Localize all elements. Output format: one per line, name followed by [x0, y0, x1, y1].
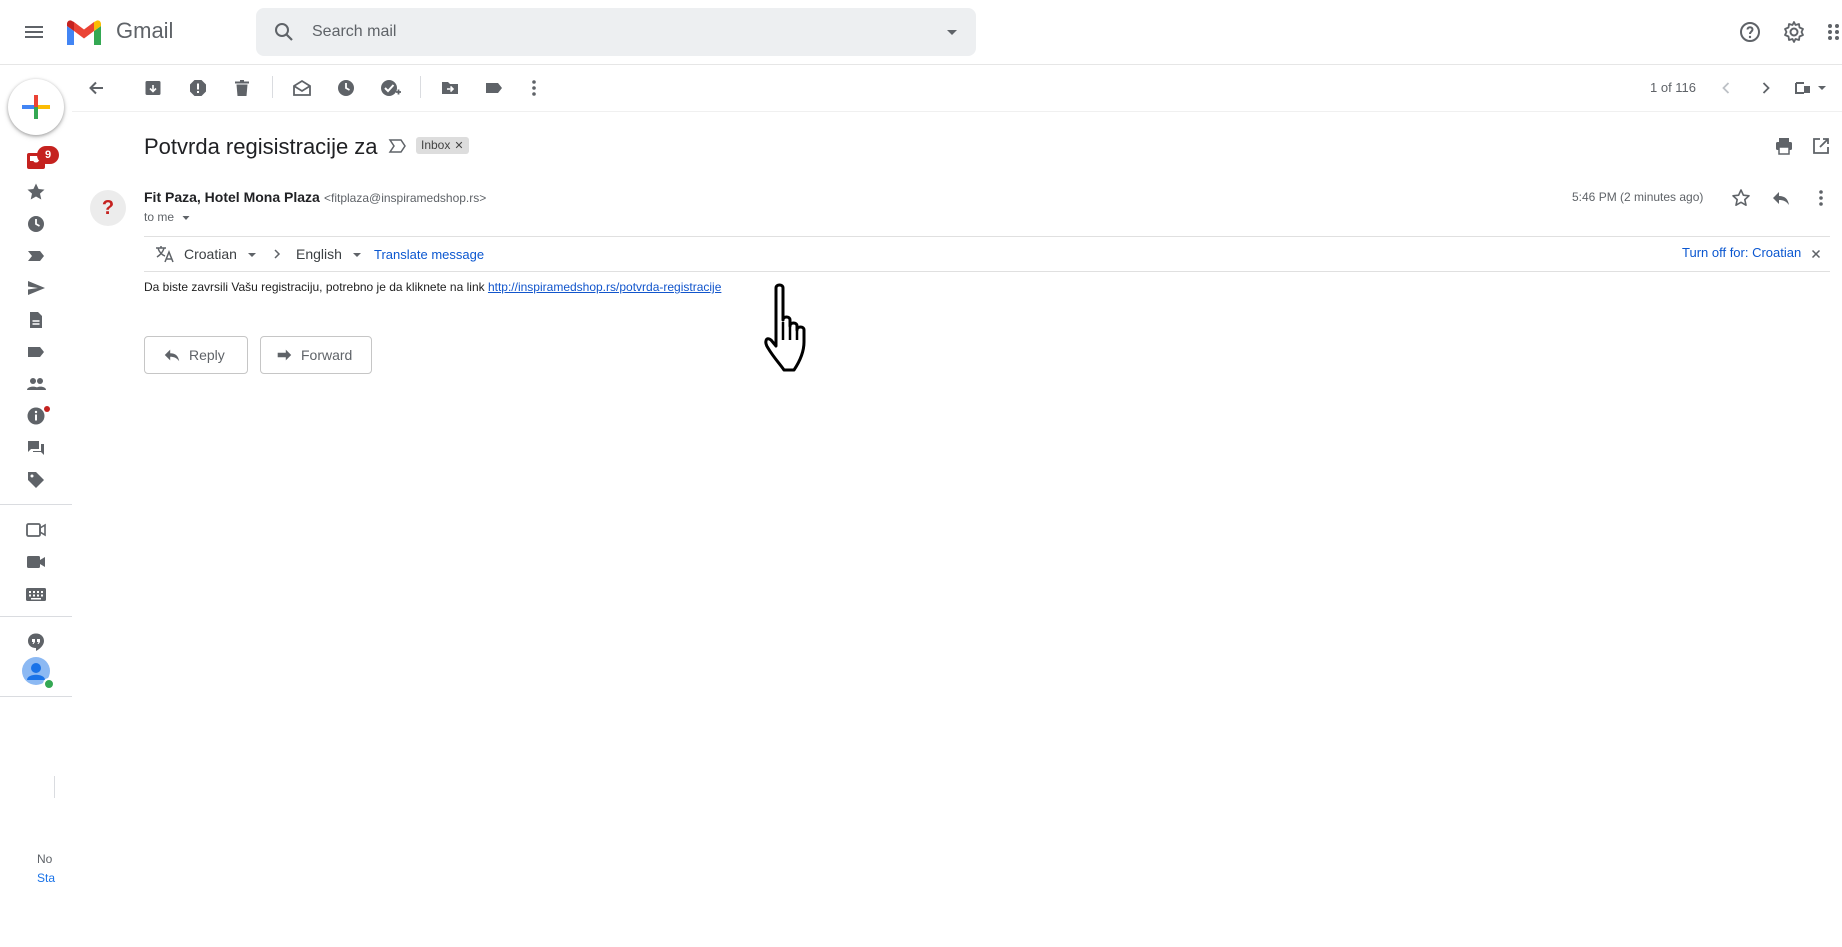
snoozed-clock-icon[interactable] [26, 214, 46, 234]
new-meeting-icon[interactable] [25, 520, 47, 540]
reply-arrow-icon[interactable] [1771, 188, 1791, 208]
hangouts-start-link[interactable]: Sta [37, 871, 55, 885]
starred-icon[interactable] [26, 182, 46, 202]
apps-grid-icon[interactable] [1826, 22, 1842, 42]
show-details-caret-icon[interactable] [181, 213, 191, 223]
search-options-icon[interactable] [942, 22, 962, 42]
archive-icon[interactable] [143, 78, 163, 98]
add-to-tasks-icon[interactable] [380, 78, 402, 98]
translate-bar: Croatian English Translate message Turn … [144, 236, 1830, 272]
translate-message-link[interactable]: Translate message [374, 247, 484, 262]
social-people-icon[interactable] [25, 374, 47, 394]
recipients-text: to me [144, 210, 175, 224]
top-bar: Gmail Search mail [0, 0, 1842, 65]
hand-pointer-cursor-icon [762, 282, 832, 374]
delete-trash-icon[interactable] [232, 78, 252, 98]
message-more-icon[interactable] [1811, 188, 1831, 208]
inbox-unread-badge: 9 [37, 146, 59, 164]
dropdown-caret-icon [247, 253, 256, 258]
reply-label: Reply [189, 347, 225, 363]
compose-button[interactable] [8, 79, 64, 135]
app-name: Gmail [116, 18, 174, 43]
target-language-text: English [296, 246, 342, 262]
sent-icon[interactable] [26, 278, 46, 298]
older-chevron-right-icon[interactable] [1756, 78, 1776, 98]
message-count: 1 of 116 [1650, 80, 1697, 95]
star-outline-icon[interactable] [1731, 188, 1751, 208]
chevron-right-icon [270, 247, 284, 261]
join-meeting-video-icon[interactable] [25, 552, 47, 572]
main-menu-icon[interactable] [22, 20, 46, 44]
gmail-logo-icon[interactable] [64, 18, 104, 48]
label-icon[interactable] [26, 342, 46, 362]
snooze-clock-icon[interactable] [336, 78, 356, 98]
rail-divider [0, 504, 72, 505]
toolbar-divider-line [72, 111, 1842, 112]
important-icon[interactable] [26, 246, 46, 266]
forward-label: Forward [301, 347, 353, 363]
email-subject: Potvrda regisistracije za [144, 134, 378, 159]
translate-icon [154, 244, 176, 264]
report-spam-icon[interactable] [188, 78, 208, 98]
back-arrow-icon[interactable] [86, 78, 106, 98]
rail-divider [0, 696, 72, 697]
dropdown-caret-icon [352, 253, 361, 258]
message-time: 5:46 PM (2 minutes ago) [1572, 190, 1704, 204]
mark-unread-icon[interactable] [292, 78, 312, 98]
reply-button[interactable]: Reply [144, 336, 248, 374]
email-body-text: Da biste zavrsili Vašu registraciju, pot… [144, 280, 488, 294]
inbox-label-chip[interactable]: Inbox ✕ [416, 137, 469, 154]
input-tools-icon[interactable] [1794, 78, 1826, 98]
turn-off-translation-link[interactable]: Turn off for: Croatian [1682, 245, 1801, 260]
drafts-icon[interactable] [26, 310, 46, 330]
sender-name[interactable]: Fit Paza, Hotel Mona Plaza [144, 189, 320, 205]
importance-marker-icon[interactable] [388, 137, 408, 155]
updates-info-icon[interactable] [26, 406, 50, 426]
reply-arrow-icon [164, 349, 180, 362]
panel-edge [54, 776, 55, 798]
close-translate-icon[interactable] [1810, 248, 1822, 260]
labels-icon[interactable] [484, 78, 504, 98]
search-icon[interactable] [272, 20, 296, 44]
open-new-window-icon[interactable] [1811, 136, 1831, 156]
sender-email: <fitplaza@inspiramedshop.rs> [324, 191, 487, 205]
keyboard-icon[interactable] [25, 584, 47, 604]
target-language-select[interactable]: English [296, 246, 362, 262]
remove-label-close-icon[interactable]: ✕ [454, 140, 463, 152]
forward-button[interactable]: Forward [260, 336, 372, 374]
user-avatar[interactable] [21, 656, 55, 690]
email-body: Da biste zavrsili Vašu registraciju, pot… [144, 280, 721, 294]
confirmation-link[interactable]: http://inspiramedshop.rs/potvrda-registr… [488, 280, 721, 294]
forums-chat-icon[interactable] [26, 438, 46, 458]
more-options-icon[interactable] [524, 78, 544, 98]
inbox-label-text: Inbox [421, 138, 451, 152]
toolbar-divider [420, 76, 421, 98]
source-language-text: Croatian [184, 246, 237, 262]
rail-divider [0, 616, 72, 617]
promotions-tag-icon[interactable] [26, 470, 46, 490]
sender-avatar: ? [90, 190, 126, 226]
help-icon[interactable] [1738, 20, 1762, 44]
recipients-summary[interactable]: to me [144, 210, 191, 224]
search-bar[interactable]: Search mail [256, 8, 976, 56]
newer-chevron-left-icon[interactable] [1716, 78, 1736, 98]
search-input[interactable]: Search mail [312, 23, 396, 41]
hangouts-status-text: No [37, 852, 53, 866]
hangouts-chat-icon[interactable] [26, 632, 46, 652]
forward-arrow-icon [277, 349, 292, 361]
settings-gear-icon[interactable] [1782, 20, 1806, 44]
source-language-select[interactable]: Croatian [184, 246, 257, 262]
toolbar-divider [272, 76, 273, 98]
print-icon[interactable] [1774, 136, 1794, 156]
compose-plus-icon [22, 95, 50, 119]
move-to-icon[interactable] [440, 78, 460, 98]
